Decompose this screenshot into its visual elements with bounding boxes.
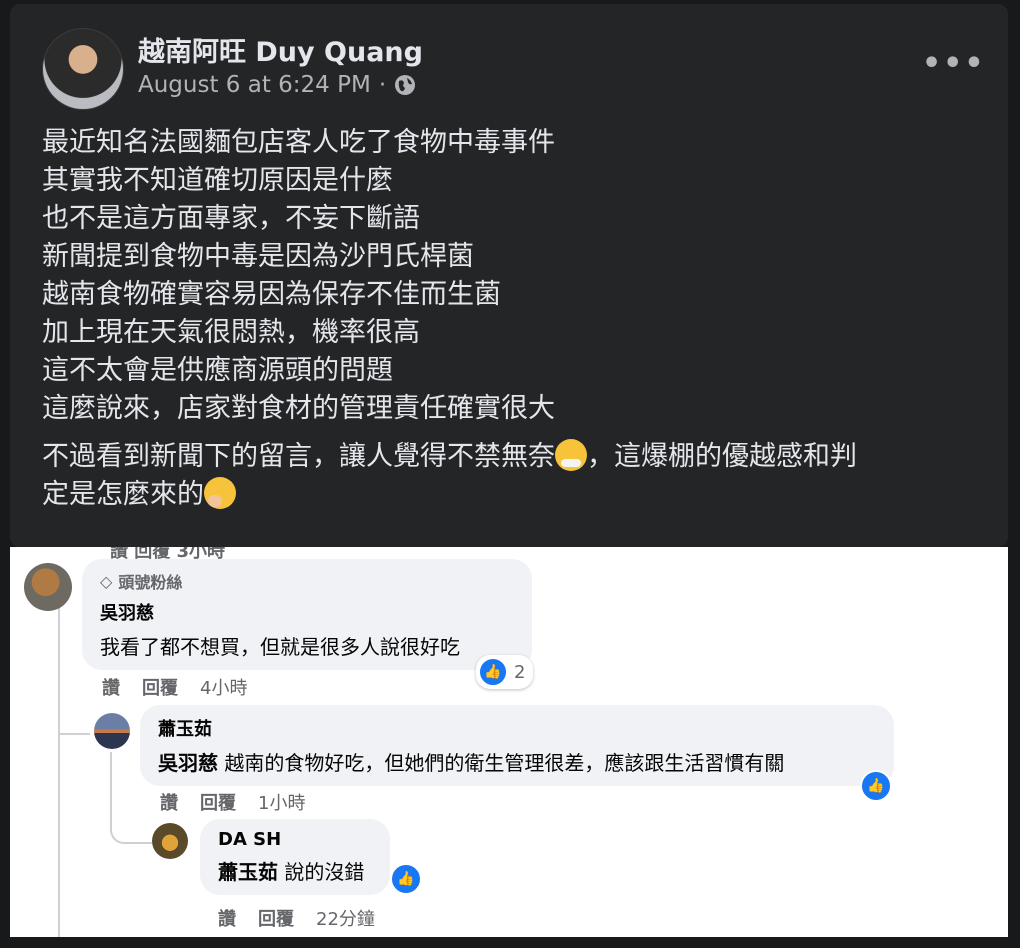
post-line: 這麼說來，店家對食材的管理責任確實很大: [42, 393, 555, 424]
reply-branch-line: [58, 711, 90, 735]
reaction-count[interactable]: 👍 2: [476, 655, 534, 689]
para2-text-b: ，這爆棚的優越感和判: [587, 441, 857, 472]
post-line: 加上現在天氣很悶熱，機率很高: [42, 317, 420, 348]
comment-actions: 讚 回覆 22分鐘: [218, 905, 375, 931]
diamond-icon: ◇: [100, 571, 113, 591]
post-line: 越南食物確實容易因為保存不佳而生菌: [42, 279, 501, 310]
reply-branch-line: [110, 752, 152, 844]
commenter-name[interactable]: DA SH: [218, 829, 372, 850]
comment-text: 蕭玉茹 說的沒錯: [218, 856, 372, 885]
post-meta: August 6 at 6:24 PM ·: [138, 72, 416, 98]
post-line: 也不是這方面專家，不妄下斷語: [42, 203, 420, 234]
thinking-face-emoji-icon: [204, 477, 236, 509]
author-avatar[interactable]: [42, 28, 124, 110]
thread-line: [58, 607, 60, 937]
post-line: 其實我不知道確切原因是什麼: [42, 165, 393, 196]
post-line: 這不太會是供應商源頭的問題: [42, 355, 393, 386]
like-button[interactable]: 讚: [218, 905, 236, 931]
reply-button[interactable]: 回覆: [142, 674, 178, 700]
author-name[interactable]: 越南阿旺 Duy Quang: [138, 30, 423, 69]
para2-text-c: 定是怎麼來的: [42, 479, 204, 510]
post-line: 最近知名法國麵包店客人吃了食物中毒事件: [42, 127, 555, 158]
globe-icon: [395, 75, 416, 95]
commenter-name[interactable]: 吳羽慈: [100, 599, 514, 625]
mention-link[interactable]: 吳羽慈: [158, 751, 218, 775]
reaction-number: 2: [514, 661, 526, 683]
post-line: 新聞提到食物中毒是因為沙門氏桿菌: [42, 241, 474, 272]
comment-body: 說的沒錯: [278, 860, 365, 884]
comment-time[interactable]: 1小時: [258, 789, 305, 815]
like-button[interactable]: 讚: [160, 789, 178, 815]
comment-text: 吳羽慈 越南的食物好吃，但她們的衛生管理很差，應該跟生活習慣有關: [158, 747, 876, 776]
post-timestamp[interactable]: August 6 at 6:24 PM: [138, 72, 371, 98]
comment-text: 我看了都不想買，但就是很多人說很好吃: [100, 635, 460, 659]
para2-text-a: 不過看到新聞下的留言，讓人覺得不禁無奈: [42, 441, 555, 472]
comment-time[interactable]: 22分鐘: [316, 905, 375, 931]
reply-button[interactable]: 回覆: [200, 789, 236, 815]
like-button[interactable]: 讚: [102, 674, 120, 700]
reply-button[interactable]: 回覆: [258, 905, 294, 931]
comment-actions: 讚 回覆 1小時: [160, 789, 305, 815]
more-options-button[interactable]: •••: [922, 46, 986, 81]
commenter-avatar[interactable]: [152, 823, 188, 859]
commenter-name[interactable]: 蕭玉茹: [158, 715, 876, 741]
like-reaction-icon[interactable]: 👍: [390, 863, 422, 895]
meta-separator: ·: [378, 72, 387, 98]
commenter-avatar[interactable]: [94, 713, 130, 749]
post-paragraph-2: 不過看到新聞下的留言，讓人覺得不禁無奈 ，這爆棚的優越感和判 定是怎麼來的: [42, 438, 972, 514]
post-body: 最近知名法國麵包店客人吃了食物中毒事件 其實我不知道確切原因是什麼 也不是這方面…: [42, 124, 972, 514]
comment-bubble: ◇ 頭號粉絲 吳羽慈 我看了都不想買，但就是很多人說很好吃: [82, 559, 532, 670]
badge-label: 頭號粉絲: [118, 573, 183, 592]
comment-time[interactable]: 4小時: [200, 674, 247, 700]
hot-face-emoji-icon: [555, 439, 587, 471]
mention-link[interactable]: 蕭玉茹: [218, 860, 278, 884]
comments-section: 讚 回覆 3小時 ◇ 頭號粉絲 吳羽慈 我看了都不想買，但就是很多人說很好吃 👍…: [10, 547, 1008, 937]
comment-bubble: 蕭玉茹 吳羽慈 越南的食物好吃，但她們的衛生管理很差，應該跟生活習慣有關: [140, 705, 894, 786]
comment-bubble: DA SH 蕭玉茹 說的沒錯: [200, 819, 390, 895]
commenter-avatar[interactable]: [24, 563, 72, 611]
like-reaction-icon[interactable]: 👍: [860, 770, 892, 802]
comment-actions: 讚 回覆 4小時: [102, 674, 247, 700]
like-reaction-icon: 👍: [478, 657, 508, 687]
comment-body: 越南的食物好吃，但她們的衛生管理很差，應該跟生活習慣有關: [218, 751, 785, 775]
top-fan-badge: ◇ 頭號粉絲: [100, 569, 514, 593]
